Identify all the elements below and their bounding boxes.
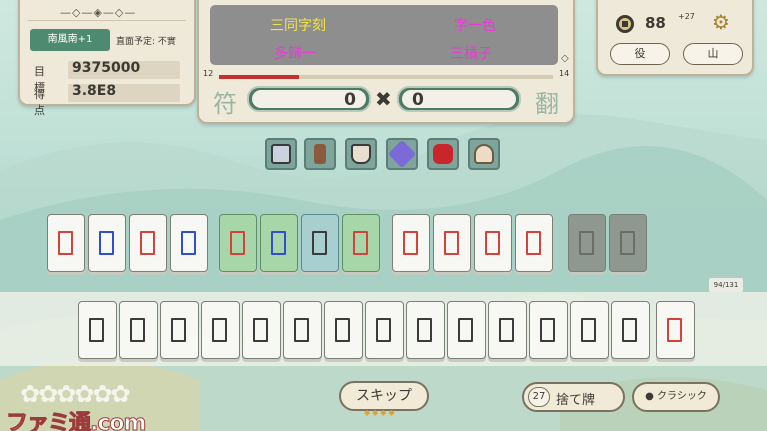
dora-tile bbox=[568, 214, 606, 272]
round-info-panel: —◇—◈—◇— 南風南+1 直面予定: 不實 目標 9375000 得点 3.8… bbox=[18, 0, 196, 117]
drawn-tile[interactable] bbox=[656, 301, 695, 359]
meld-tile[interactable] bbox=[515, 214, 553, 272]
yaku-list: 三同字刻 字一色 多歸一 三槓子 bbox=[210, 5, 558, 65]
meld-tile[interactable] bbox=[260, 214, 298, 272]
watermark: ファミ通.com bbox=[5, 411, 146, 431]
meld-tile[interactable] bbox=[342, 214, 380, 272]
progress-min: 12 bbox=[203, 69, 214, 78]
hand-tile[interactable] bbox=[324, 301, 363, 359]
han-value: 0 bbox=[402, 90, 516, 110]
flower-decoration: ✿✿✿✿✿✿ bbox=[20, 380, 131, 408]
yaku-item: 字一色 bbox=[454, 18, 496, 34]
hand-tile[interactable] bbox=[119, 301, 158, 359]
han-box: 0 bbox=[397, 86, 521, 112]
round-note: 直面予定: 不實 bbox=[116, 37, 176, 47]
yaku-item: 三同字刻 bbox=[270, 18, 326, 34]
progress-bar bbox=[219, 75, 553, 79]
meld-tile[interactable] bbox=[301, 214, 339, 272]
coin-delta: +27 bbox=[678, 12, 695, 21]
classic-button[interactable]: ● クラシック bbox=[632, 382, 720, 412]
coin-count: 88 bbox=[645, 14, 666, 32]
target-value: 9375000 bbox=[72, 60, 141, 76]
yaku-panel: 三同字刻 字一色 多歸一 三槓子 ◇ 12 14 符 0 ✖ 0 翻 bbox=[197, 0, 575, 124]
firecracker-item-icon[interactable] bbox=[427, 138, 459, 170]
meld-tile[interactable] bbox=[392, 214, 430, 272]
meld-tile[interactable] bbox=[47, 214, 85, 272]
discard-label: 捨て牌 bbox=[556, 393, 596, 408]
ornament: —◇—◈—◇— bbox=[60, 6, 137, 19]
progress-fill bbox=[219, 75, 300, 79]
hand-tile[interactable] bbox=[611, 301, 650, 359]
meld-tile[interactable] bbox=[170, 214, 208, 272]
hand-tile[interactable] bbox=[160, 301, 199, 359]
discard-count: 27 bbox=[528, 387, 550, 407]
wall-button[interactable]: 山 bbox=[683, 43, 743, 65]
brush-item-icon[interactable] bbox=[304, 138, 336, 170]
hand-tile[interactable] bbox=[365, 301, 404, 359]
han-label: 翻 bbox=[535, 90, 559, 118]
tea-cup-item-icon[interactable] bbox=[345, 138, 377, 170]
hand-tile[interactable] bbox=[447, 301, 486, 359]
yaku-item: 三槓子 bbox=[450, 46, 492, 62]
fu-value: 0 bbox=[252, 90, 366, 110]
fan-item-icon[interactable] bbox=[265, 138, 297, 170]
score-label: 得点 bbox=[34, 88, 45, 117]
meld-tile[interactable] bbox=[88, 214, 126, 272]
score-value: 3.8E8 bbox=[72, 83, 117, 99]
hand-tile[interactable] bbox=[283, 301, 322, 359]
yaku-item: 多歸一 bbox=[274, 46, 316, 62]
crane-item-icon[interactable] bbox=[386, 138, 418, 170]
dumpling-item-icon[interactable] bbox=[468, 138, 500, 170]
hand-tile[interactable] bbox=[488, 301, 527, 359]
hand-tile[interactable] bbox=[406, 301, 445, 359]
multiply-icon: ✖ bbox=[375, 87, 392, 111]
fu-box: 0 bbox=[247, 86, 371, 112]
diamond-icon: ◇ bbox=[561, 53, 569, 64]
hand-tile[interactable] bbox=[570, 301, 609, 359]
progress-max: 14 bbox=[559, 69, 570, 78]
dora-tile bbox=[609, 214, 647, 272]
hand-tile[interactable] bbox=[242, 301, 281, 359]
meld-tile[interactable] bbox=[433, 214, 471, 272]
hand-tile[interactable] bbox=[529, 301, 568, 359]
tile-counter: 94/131 bbox=[709, 278, 743, 292]
meld-tile[interactable] bbox=[474, 214, 512, 272]
coin-icon bbox=[616, 15, 634, 33]
coin-panel: 88 +27 ⚙ 役 山 bbox=[596, 0, 754, 76]
hand-tile[interactable] bbox=[78, 301, 117, 359]
meld-tile[interactable] bbox=[129, 214, 167, 272]
round-badge: 南風南+1 bbox=[30, 29, 110, 51]
hand-tile[interactable] bbox=[201, 301, 240, 359]
yaku-button[interactable]: 役 bbox=[610, 43, 670, 65]
gear-icon[interactable]: ⚙ bbox=[712, 10, 730, 34]
fu-label: 符 bbox=[213, 90, 237, 118]
divider bbox=[28, 20, 186, 21]
skip-button[interactable]: スキップ bbox=[339, 381, 429, 411]
skip-dots: ◆◆◆◆ bbox=[364, 408, 397, 417]
meld-tile[interactable] bbox=[219, 214, 257, 272]
